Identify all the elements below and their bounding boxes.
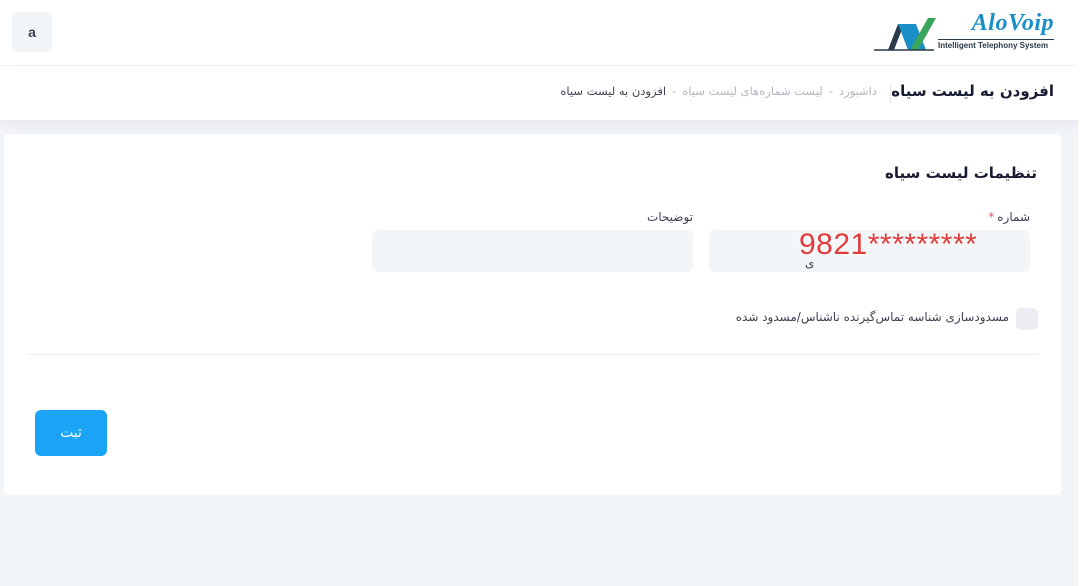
- top-header: a AloVoip Intelligent Telephony System: [0, 0, 1084, 66]
- description-input[interactable]: [372, 230, 693, 272]
- logo-mark-icon: [874, 18, 936, 51]
- required-marker: *: [988, 210, 995, 224]
- blacklist-settings-card: تنظیمات لیست سیاه شماره* ی 9821*********…: [4, 134, 1061, 495]
- logo-tagline: Intelligent Telephony System: [938, 39, 1054, 50]
- right-edge: [1078, 0, 1084, 586]
- page-title: افزودن به لیست سیاه: [891, 82, 1054, 100]
- block-anonymous-checkbox[interactable]: [1016, 308, 1038, 330]
- form-divider: [28, 354, 1038, 355]
- number-field-label: شماره*: [988, 210, 1030, 224]
- block-anonymous-label: مسدودسازی شناسه تماس‌گیرنده ناشناس/مسدود…: [735, 310, 1009, 324]
- description-field-label: توضیحات: [646, 210, 693, 224]
- alovoip-logo[interactable]: AloVoip Intelligent Telephony System: [874, 10, 1054, 54]
- title-separator: [890, 83, 891, 103]
- card-title: تنظیمات لیست سیاه: [885, 164, 1037, 182]
- number-input-stray-text: ی: [805, 256, 815, 270]
- user-avatar-button[interactable]: a: [12, 12, 52, 52]
- breadcrumb-blacklist-numbers[interactable]: لیست شماره‌های لیست سیاه: [682, 84, 823, 98]
- logo-brand-text: AloVoip: [971, 10, 1054, 36]
- breadcrumb-current: افزودن به لیست سیاه: [560, 84, 667, 98]
- subheader: افزودن به لیست سیاه داشبورد-لیست شماره‌ه…: [0, 66, 1084, 120]
- submit-button[interactable]: ثبت: [35, 410, 107, 456]
- number-input[interactable]: [709, 230, 1030, 272]
- breadcrumb-dashboard[interactable]: داشبورد: [839, 84, 877, 98]
- breadcrumb: داشبورد-لیست شماره‌های لیست سیاه-افزودن …: [560, 84, 877, 98]
